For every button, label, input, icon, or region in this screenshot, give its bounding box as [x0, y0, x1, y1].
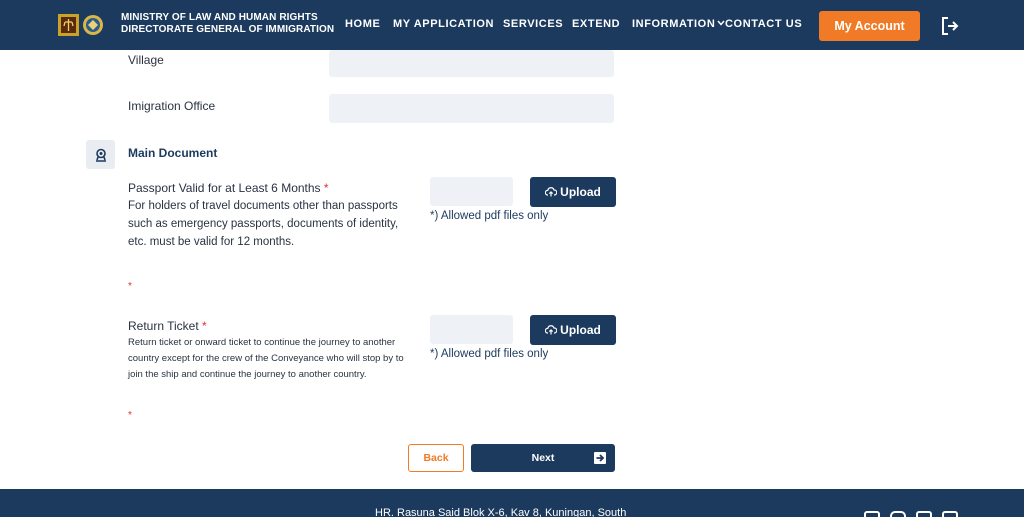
cloud-upload-icon	[545, 187, 558, 197]
return-ticket-file-field[interactable]	[430, 315, 513, 344]
return-ticket-required-mark: *	[202, 319, 207, 333]
facebook-icon[interactable]	[864, 511, 880, 517]
brand-line-2: DIRECTORATE GENERAL OF IMMIGRATION	[121, 24, 335, 35]
ministry-logo-icon[interactable]	[58, 13, 106, 37]
return-ticket-title-text: Return Ticket	[128, 319, 199, 333]
main-document-title: Main Document	[128, 146, 218, 160]
arrow-right-box-icon	[594, 452, 606, 464]
return-ticket-description: Return ticket or onward ticket to contin…	[128, 337, 404, 380]
brand-name[interactable]: MINISTRY OF LAW AND HUMAN RIGHTS DIRECTO…	[121, 12, 334, 36]
top-navbar: MINISTRY OF LAW AND HUMAN RIGHTS DIRECTO…	[0, 0, 1024, 50]
twitter-icon[interactable]	[916, 511, 932, 517]
cloud-upload-icon	[545, 325, 558, 335]
nav-home[interactable]: HOME	[345, 18, 380, 30]
return-ticket-required-indicator: *	[128, 410, 132, 421]
footer-address: HR. Rasuna Said Blok X-6, Kav 8, Kuninga…	[375, 507, 627, 517]
imigration-office-label: Imigration Office	[128, 99, 216, 113]
logout-icon[interactable]	[940, 16, 960, 36]
passport-allowed-note: *) Allowed pdf files only	[430, 210, 549, 222]
back-button[interactable]: Back	[408, 444, 464, 472]
brand-line-1: MINISTRY OF LAW AND HUMAN RIGHTS	[121, 12, 318, 23]
next-button[interactable]: Next	[471, 444, 615, 472]
nav-services[interactable]: SERVICES	[503, 18, 563, 30]
my-account-button[interactable]: My Account	[819, 11, 920, 41]
return-ticket-upload-label: Upload	[560, 323, 601, 337]
nav-contact-us[interactable]: CONTACT US	[725, 18, 802, 30]
nav-my-application[interactable]: MY APPLICATION	[393, 18, 494, 30]
passport-file-field[interactable]	[430, 177, 513, 206]
passport-required-indicator: *	[128, 281, 132, 292]
nav-extend[interactable]: EXTEND	[572, 18, 620, 30]
passport-upload-button[interactable]: Upload	[530, 177, 616, 207]
document-section-icon-box	[86, 140, 115, 169]
village-label: Village	[128, 53, 164, 67]
passport-title: Passport Valid for at Least 6 Months *	[128, 181, 329, 195]
passport-required-mark: *	[323, 181, 329, 195]
return-ticket-allowed-note: *) Allowed pdf files only	[430, 348, 549, 360]
passport-description: For holders of travel documents other th…	[128, 200, 399, 248]
youtube-icon[interactable]	[942, 511, 958, 517]
passport-title-text: Passport Valid for at Least 6 Months	[128, 181, 321, 195]
nav-information[interactable]: INFORMATION	[632, 18, 725, 30]
nav-information-label: INFORMATION	[632, 18, 716, 30]
return-ticket-title: Return Ticket *	[128, 319, 207, 333]
passport-badge-icon	[95, 148, 106, 162]
instagram-icon[interactable]	[890, 511, 906, 517]
footer: HR. Rasuna Said Blok X-6, Kav 8, Kuninga…	[0, 489, 1024, 517]
village-input[interactable]	[329, 50, 614, 77]
imigration-office-input[interactable]	[329, 94, 614, 123]
passport-upload-label: Upload	[560, 185, 601, 199]
return-ticket-upload-button[interactable]: Upload	[530, 315, 616, 345]
